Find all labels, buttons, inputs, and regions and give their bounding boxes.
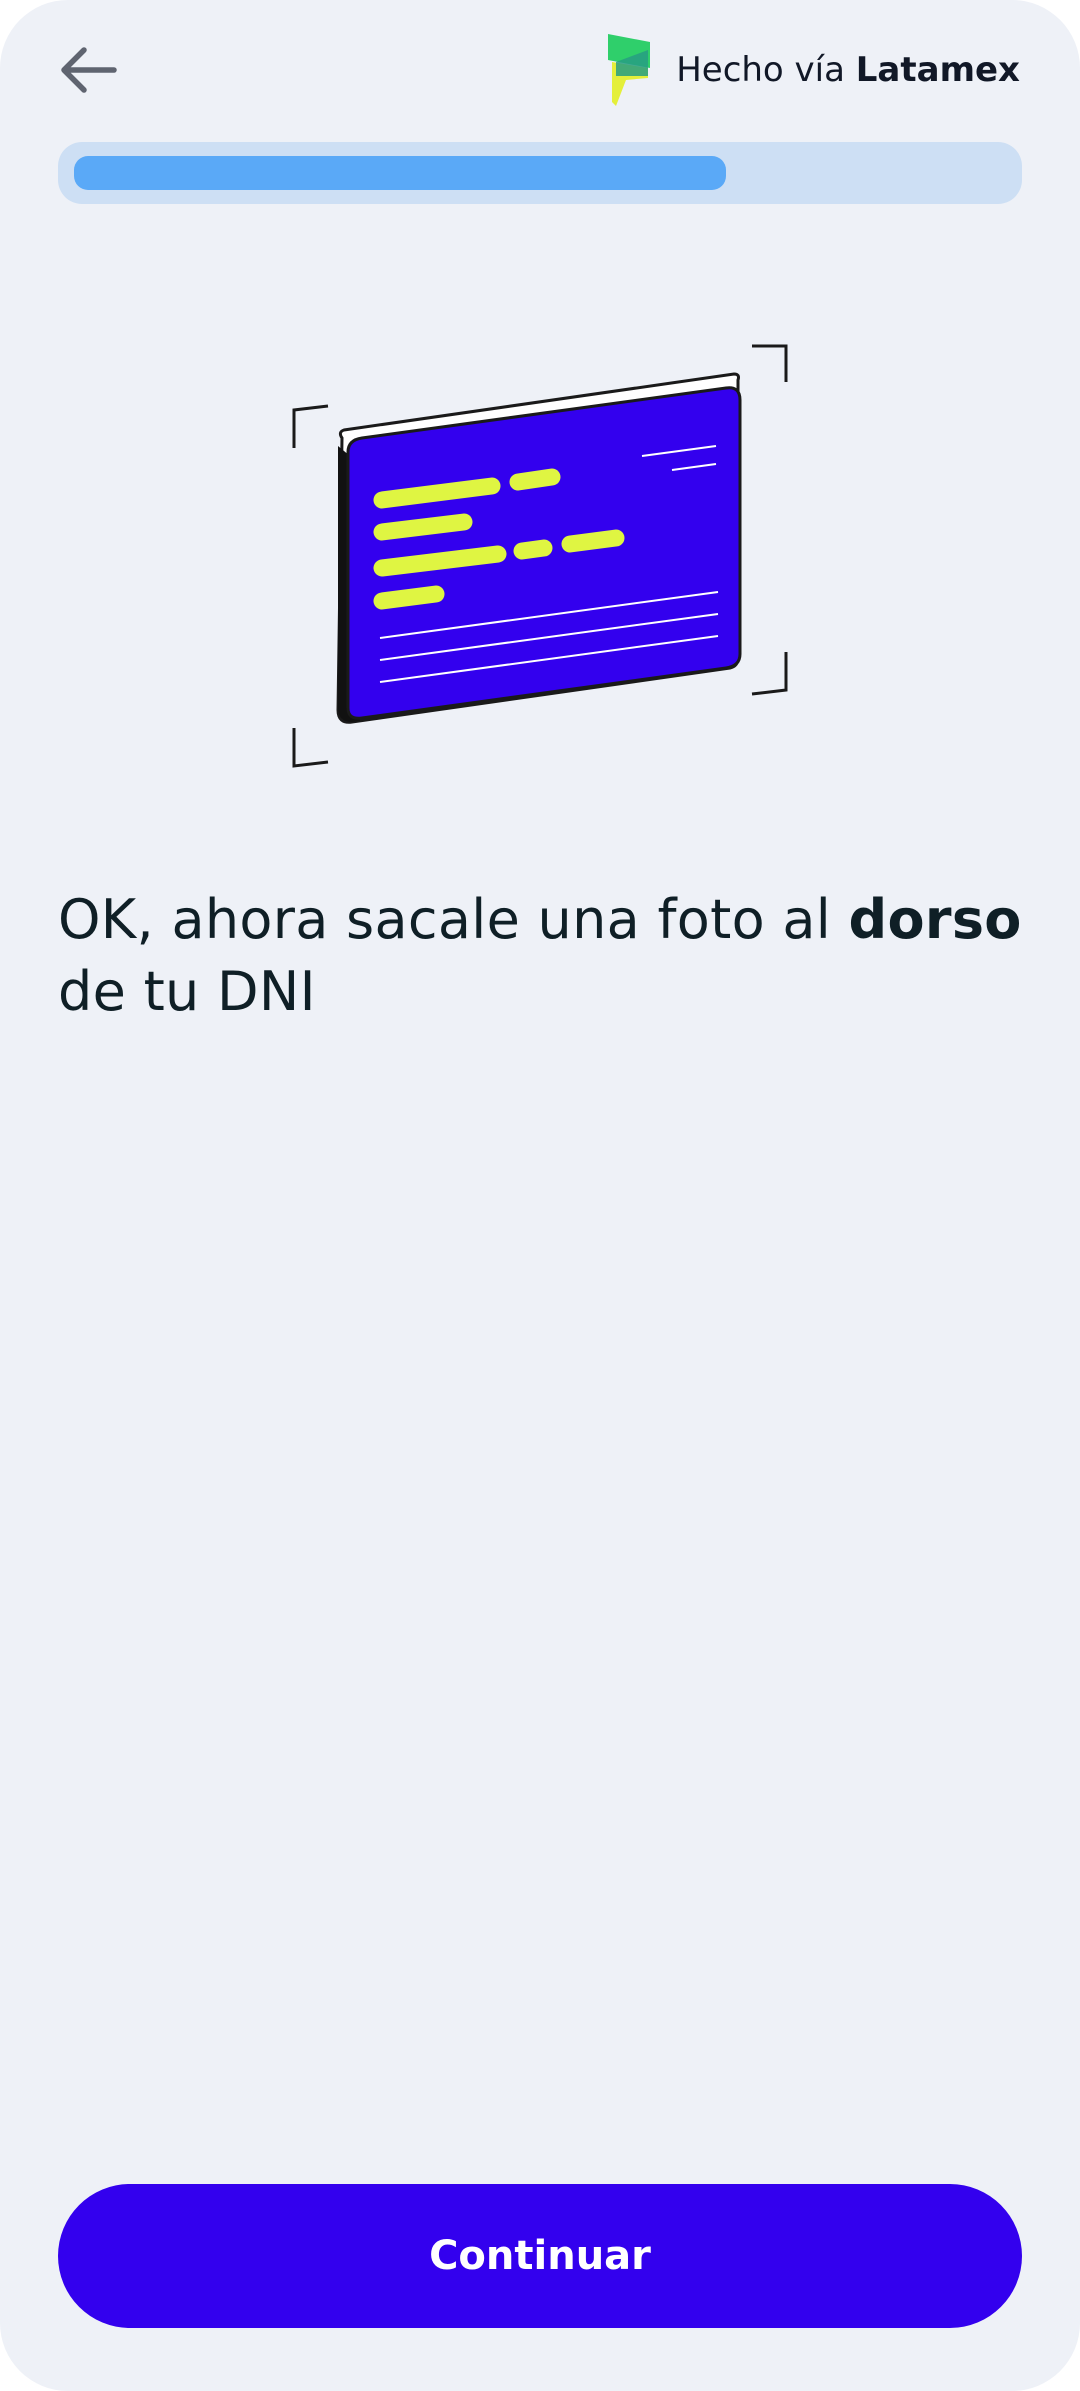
screen: Hecho vía Latamex OK, ahora sacale una f… xyxy=(0,0,1080,2391)
instruction-text-emphasis: dorso xyxy=(848,888,1022,951)
instruction-text-start: OK, ahora sacale una foto al xyxy=(58,888,832,951)
brand-prefix: Hecho vía xyxy=(676,50,845,90)
instruction-heading: OK, ahora sacale una foto al dorso de tu… xyxy=(58,884,1038,1028)
brand-label: Hecho vía Latamex xyxy=(676,50,1020,90)
arrow-left-icon xyxy=(61,47,117,93)
back-button[interactable] xyxy=(52,38,124,102)
continue-button[interactable]: Continuar xyxy=(58,2184,1022,2328)
progress-bar-fill xyxy=(74,156,726,190)
brand-name: Latamex xyxy=(855,50,1020,90)
latamex-flag-logo xyxy=(608,34,651,106)
id-card-back-scan-icon xyxy=(292,344,788,768)
brand: Hecho vía Latamex xyxy=(604,30,1020,110)
instruction-text-end: de tu DNI xyxy=(58,960,316,1023)
progress-bar xyxy=(58,142,1022,204)
